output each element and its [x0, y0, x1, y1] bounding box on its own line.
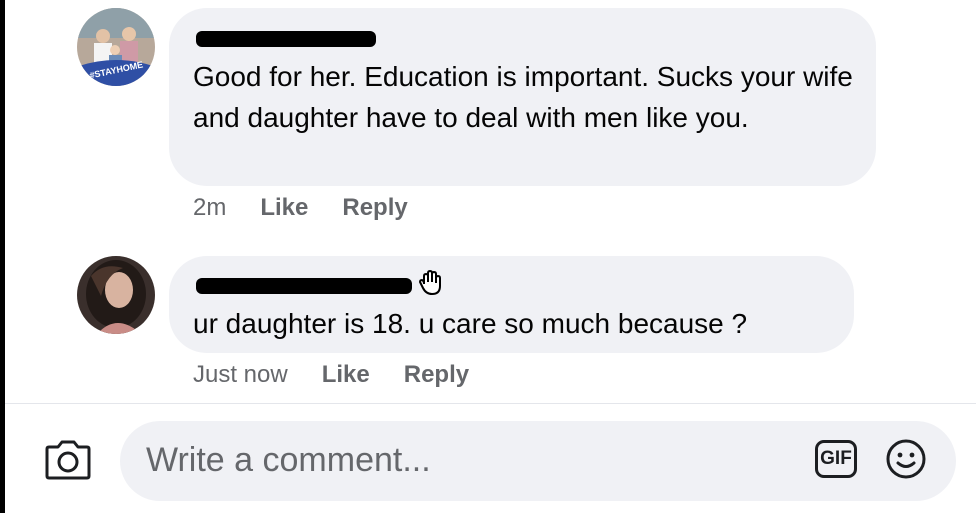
comment-text: ur daughter is 18. u care so much becaus… — [193, 308, 748, 339]
author-name-redacted — [196, 278, 412, 294]
avatar[interactable] — [77, 256, 155, 334]
emoji-icon[interactable] — [885, 438, 927, 485]
avatar-photo — [77, 256, 155, 334]
gif-icon[interactable]: GIF — [815, 440, 857, 478]
comment-actions: 2m Like Reply — [193, 194, 442, 222]
gif-label: GIF — [820, 448, 852, 469]
like-button[interactable]: Like — [260, 194, 308, 222]
comment-actions: Just now Like Reply — [193, 361, 503, 389]
like-button[interactable]: Like — [322, 361, 370, 389]
comment-timestamp: 2m — [193, 194, 227, 221]
comment-bubble: ur daughter is 18. u care so much becaus… — [169, 256, 854, 353]
waving-hand-icon — [418, 269, 443, 301]
comment-input[interactable]: Write a comment... GIF — [120, 421, 956, 501]
comment-composer: Write a comment... GIF — [5, 403, 976, 513]
comment-text: Good for her. Education is important. Su… — [193, 61, 853, 133]
reply-button[interactable]: Reply — [404, 361, 469, 389]
comment-thread: #STAYHOME Good for her. Education is imp… — [5, 0, 976, 513]
comment-timestamp: Just now — [193, 361, 288, 388]
reply-button[interactable]: Reply — [342, 194, 407, 222]
comment-input-placeholder: Write a comment... — [146, 441, 431, 479]
comment-bubble: Good for her. Education is important. Su… — [169, 8, 876, 186]
avatar[interactable]: #STAYHOME — [77, 8, 155, 86]
camera-icon[interactable] — [43, 439, 93, 486]
author-name-redacted — [196, 31, 376, 47]
